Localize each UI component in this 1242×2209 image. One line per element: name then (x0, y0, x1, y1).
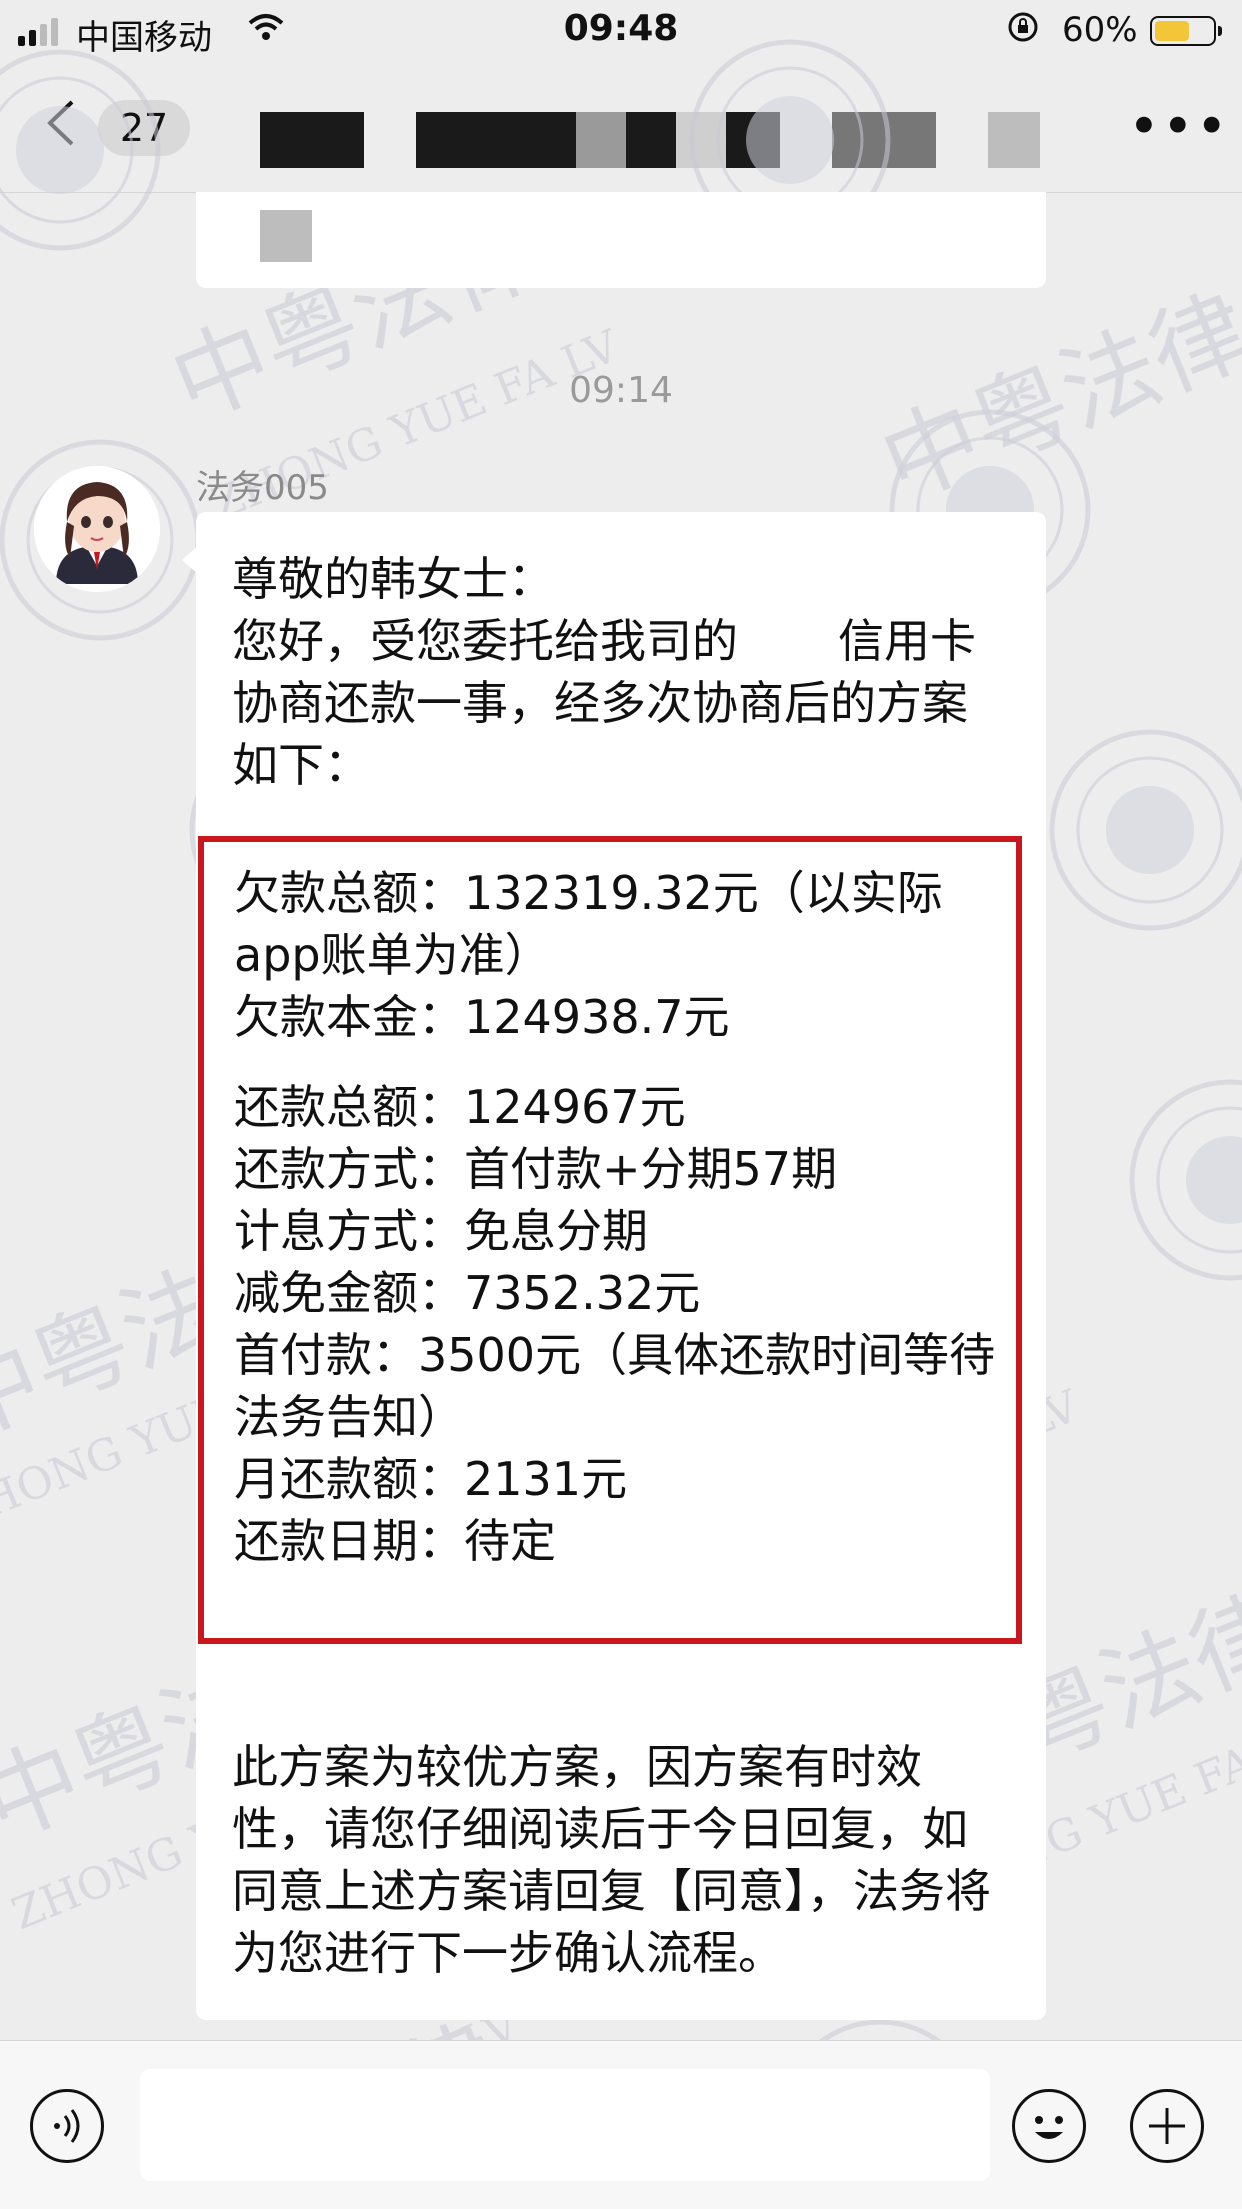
plan-line: 计息方式：免息分期 (234, 1204, 648, 1258)
redacted-title (832, 112, 936, 168)
redacted-bank-name (738, 622, 838, 667)
redacted-title (260, 112, 364, 168)
clock: 09:48 (563, 8, 679, 49)
voice-icon[interactable] (30, 2089, 104, 2163)
rotation-lock-icon (1006, 10, 1040, 53)
plan-spacer (234, 1048, 1004, 1076)
redacted-title (626, 112, 676, 168)
redacted-title (416, 112, 576, 168)
message-timestamp: 09:14 (569, 370, 673, 411)
unread-count-badge[interactable]: 27 (98, 100, 190, 156)
intro-paragraph: 您好，受您委托给我司的 信用卡协商还款一事，经多次协商后的方案如下： (232, 610, 1012, 796)
redacted-title (726, 112, 780, 168)
input-bar (0, 2040, 1242, 2209)
plan-details: 欠款总额：132319.32元（以实际app账单为准） 欠款本金：124938.… (234, 862, 1004, 1572)
battery-percent: 60% (1062, 10, 1138, 50)
message-intro: 尊敬的韩女士： 您好，受您委托给我司的 信用卡协商还款一事，经多次协商后的方案如下… (232, 548, 1012, 796)
plan-line: 欠款本金：124938.7元 (234, 990, 730, 1044)
sender-name: 法务005 (196, 468, 329, 508)
plan-line: 还款方式：首付款+分期57期 (234, 1142, 838, 1196)
redacted-title (576, 112, 626, 168)
battery-icon (1150, 16, 1222, 46)
plan-line: 首付款：3500元（具体还款时间等待法务告知） (234, 1328, 996, 1444)
chevron-left-icon[interactable] (42, 98, 82, 148)
message-input[interactable] (140, 2069, 990, 2181)
closing-paragraph: 此方案为较优方案，因方案有时效性，请您仔细阅读后于今日回复，如同意上述方案请回复… (232, 1740, 991, 1980)
message-bubble[interactable]: 尊敬的韩女士： 您好，受您委托给我司的 信用卡协商还款一事，经多次协商后的方案如下… (182, 512, 1046, 2020)
plan-line: 欠款总额：132319.32元（以实际app账单为准） (234, 866, 943, 982)
redacted-content (260, 210, 312, 262)
chat-header: 27 ••• (0, 62, 1242, 193)
plan-line: 减免金额：7352.32元 (234, 1266, 701, 1320)
plan-line: 还款总额：124967元 (234, 1080, 686, 1134)
status-bar: 中国移动 09:48 60% (0, 0, 1242, 62)
plan-line: 月还款额：2131元 (234, 1452, 628, 1506)
redacted-title (676, 112, 726, 168)
plan-line: 还款日期：待定 (234, 1514, 556, 1568)
plus-icon[interactable] (1130, 2089, 1204, 2163)
previous-message-bubble[interactable] (196, 192, 1046, 288)
greeting-line: 尊敬的韩女士： (232, 552, 554, 606)
battery-fill (1155, 21, 1189, 41)
more-icon[interactable]: ••• (1128, 100, 1230, 154)
emoji-icon[interactable] (1012, 2089, 1086, 2163)
intro-text: 您好，受您委托给我司的 (232, 614, 738, 668)
repayment-plan-box: 欠款总额：132319.32元（以实际app账单为准） 欠款本金：124938.… (198, 836, 1022, 1644)
redacted-title (988, 112, 1040, 168)
avatar[interactable] (34, 466, 160, 592)
